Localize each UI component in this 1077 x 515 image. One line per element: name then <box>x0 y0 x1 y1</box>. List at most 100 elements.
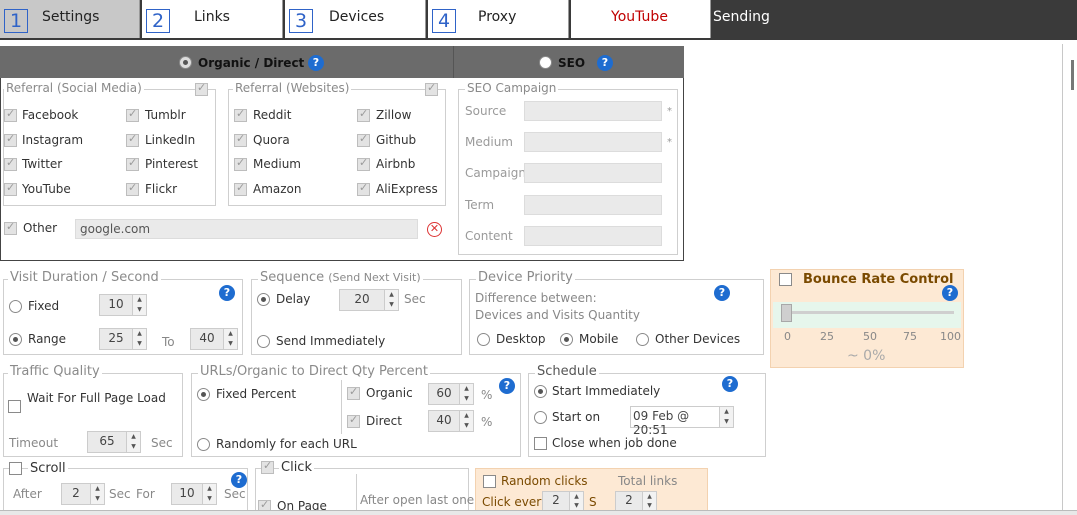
quora-checkbox[interactable] <box>234 132 247 147</box>
organic-radio[interactable] <box>179 56 192 69</box>
stepper-arrows-icon[interactable]: ▲ ▼ <box>719 407 733 427</box>
timeout-stepper[interactable]: 65 ▲ ▼ <box>87 431 141 453</box>
random-clicks-checkbox[interactable] <box>483 475 496 488</box>
bounce-rate-checkbox[interactable] <box>779 273 792 286</box>
stepper-arrows-icon[interactable]: ▲ ▼ <box>126 432 140 452</box>
term-input[interactable] <box>524 195 662 215</box>
other-checkbox[interactable] <box>4 220 17 235</box>
facebook-checkbox[interactable] <box>4 107 17 122</box>
zillow-label: Zillow <box>376 108 412 122</box>
stepper-arrows-icon[interactable]: ▲ ▼ <box>459 384 473 404</box>
tab-number-1: 1 <box>4 9 28 33</box>
range-duration-radio[interactable] <box>9 333 22 346</box>
social-select-all-checkbox[interactable] <box>195 81 208 96</box>
stepper-arrows-icon[interactable]: ▲ ▼ <box>90 484 104 504</box>
youtube-checkbox[interactable] <box>4 181 17 196</box>
fixed-percent-radio[interactable] <box>197 388 210 401</box>
click-every-stepper[interactable]: 2 ▲ ▼ <box>542 491 584 511</box>
aliexpress-checkbox[interactable] <box>357 181 370 196</box>
github-checkbox[interactable] <box>357 132 370 147</box>
reddit-checkbox[interactable] <box>234 107 247 122</box>
help-icon[interactable]: ? <box>219 285 235 301</box>
other-referrer-input[interactable]: google.com <box>75 219 418 239</box>
stepper-arrows-icon[interactable]: ▲ ▼ <box>569 492 583 510</box>
medium-checkbox[interactable] <box>234 156 247 171</box>
instagram-checkbox[interactable] <box>4 132 17 147</box>
source-input[interactable] <box>524 101 662 121</box>
wait-full-load-checkbox[interactable] <box>8 400 21 413</box>
other-devices-radio[interactable] <box>636 333 649 346</box>
websites-select-all-checkbox[interactable] <box>425 81 438 96</box>
twitter-checkbox[interactable] <box>4 156 17 171</box>
scroll-after-stepper[interactable]: 2 ▲ ▼ <box>61 483 105 505</box>
click-checkbox[interactable] <box>261 459 274 474</box>
stepper-value: 25 <box>108 331 124 345</box>
twitter-label: Twitter <box>22 157 63 171</box>
tab-youtube[interactable]: YouTube <box>571 0 711 38</box>
bounce-slider-track[interactable] <box>787 311 954 314</box>
total-links-stepper[interactable]: 2 ▲ ▼ <box>615 491 657 511</box>
stepper-arrows-icon[interactable]: ▲ ▼ <box>202 484 216 504</box>
start-on-label: Start on <box>552 410 601 424</box>
flickr-checkbox[interactable] <box>126 181 139 196</box>
direct-percent-stepper[interactable]: 40 ▲ ▼ <box>428 410 474 432</box>
clear-icon[interactable]: ✕ <box>427 222 442 237</box>
organic-percent-label: Organic <box>366 386 413 400</box>
range-to-stepper[interactable]: 40 ▲ ▼ <box>190 328 238 350</box>
help-icon[interactable]: ? <box>499 378 515 394</box>
fixed-duration-stepper[interactable]: 10 ▲ ▼ <box>99 294 147 316</box>
seconds-unit-label: S <box>589 495 597 509</box>
close-when-done-checkbox[interactable] <box>534 437 547 450</box>
after-label: After <box>13 487 42 501</box>
range-from-stepper[interactable]: 25 ▲ ▼ <box>99 328 147 350</box>
mobile-radio[interactable] <box>560 333 573 346</box>
help-icon[interactable]: ? <box>714 285 730 301</box>
help-icon[interactable]: ? <box>942 285 958 301</box>
seo-radio[interactable] <box>539 56 552 69</box>
help-icon[interactable]: ? <box>597 55 613 71</box>
amazon-checkbox[interactable] <box>234 181 247 196</box>
start-immediately-radio[interactable] <box>534 385 547 398</box>
stepper-arrows-icon[interactable]: ▲ ▼ <box>642 492 656 510</box>
start-date-picker[interactable]: 09 Feb @ 20:51 ▲ ▼ <box>630 406 734 437</box>
stepper-arrows-icon[interactable]: ▲ ▼ <box>384 290 398 310</box>
scrollbar-thumb[interactable] <box>1071 60 1074 90</box>
percent-sign: % <box>481 388 493 402</box>
total-links-label: Total links <box>618 474 678 488</box>
medium-input[interactable] <box>524 132 662 152</box>
campaign-input[interactable] <box>524 163 662 183</box>
organic-percent-stepper[interactable]: 60 ▲ ▼ <box>428 383 474 405</box>
bounce-slider-area <box>773 302 961 328</box>
send-immediately-radio[interactable] <box>257 335 270 348</box>
random-each-url-radio[interactable] <box>197 438 210 451</box>
help-icon[interactable]: ? <box>308 55 324 71</box>
linkedin-checkbox[interactable] <box>126 132 139 147</box>
bounce-slider-thumb[interactable] <box>781 304 792 322</box>
stepper-arrows-icon[interactable]: ▲ ▼ <box>132 329 146 349</box>
tab-proxy[interactable]: 4 Proxy <box>428 0 569 38</box>
delay-stepper[interactable]: 20 ▲ ▼ <box>339 289 399 311</box>
zillow-checkbox[interactable] <box>357 107 370 122</box>
stepper-arrows-icon[interactable]: ▲ ▼ <box>223 329 237 349</box>
direct-checkbox[interactable] <box>347 413 360 428</box>
desktop-radio[interactable] <box>477 333 490 346</box>
tab-links[interactable]: 2 Links <box>142 0 283 38</box>
source-label: Source <box>465 104 507 118</box>
delay-radio[interactable] <box>257 293 270 306</box>
help-icon[interactable]: ? <box>231 472 247 488</box>
tab-settings[interactable]: 1 Settings <box>0 0 140 38</box>
stepper-arrows-icon[interactable]: ▲ ▼ <box>132 295 146 315</box>
stepper-arrows-icon[interactable]: ▲ ▼ <box>459 411 473 431</box>
airbnb-checkbox[interactable] <box>357 156 370 171</box>
start-on-radio[interactable] <box>534 411 547 424</box>
github-label: Github <box>376 133 417 147</box>
content-input[interactable] <box>524 226 662 246</box>
tab-devices[interactable]: 3 Devices <box>285 0 426 38</box>
fixed-duration-radio[interactable] <box>9 300 22 313</box>
tumblr-checkbox[interactable] <box>126 107 139 122</box>
organic-checkbox[interactable] <box>347 385 360 400</box>
scroll-checkbox[interactable] <box>9 462 22 475</box>
pinterest-checkbox[interactable] <box>126 156 139 171</box>
help-icon[interactable]: ? <box>722 376 738 392</box>
scroll-for-stepper[interactable]: 10 ▲ ▼ <box>171 483 217 505</box>
